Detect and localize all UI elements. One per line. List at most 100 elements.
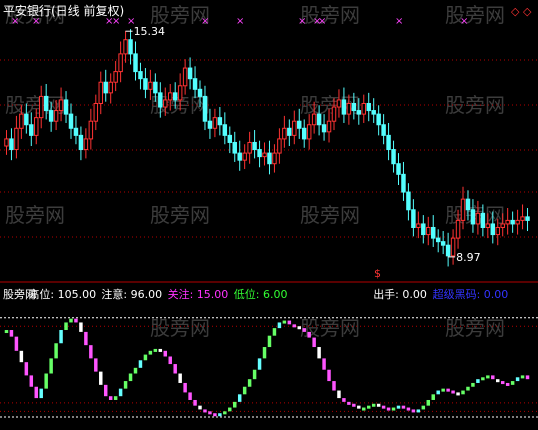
candle-body	[272, 152, 277, 165]
candle-body	[361, 102, 367, 115]
chart-svg: 股旁网 股旁网 股旁网 股旁网股旁网 股旁网 股旁网 股旁网股旁网 股旁网 股旁网股旁网 股旁网股…	[0, 0, 538, 426]
oscillator-bar	[491, 375, 495, 380]
candle-body	[306, 124, 312, 140]
oscillator-bar	[213, 413, 217, 417]
candle-body	[167, 92, 173, 101]
candle-body	[103, 81, 108, 94]
candle-body	[118, 53, 123, 73]
oscillator-bar	[505, 382, 510, 386]
oscillator-bar	[277, 322, 282, 329]
oscillator-bar	[520, 375, 525, 379]
candle-body	[470, 209, 476, 225]
high-price-label: 15.34	[134, 25, 166, 38]
candle-body	[63, 99, 69, 115]
candle-body	[282, 127, 287, 140]
candle-body	[525, 216, 530, 221]
oscillator-bar	[242, 386, 247, 395]
candle-body	[475, 212, 481, 225]
oscillator-bar	[203, 409, 207, 413]
candle-body	[460, 198, 466, 221]
oscillator-bar	[237, 394, 242, 402]
candle-body	[381, 124, 386, 136]
legend-sell: 出手: 0.00	[373, 287, 427, 301]
candle-body	[331, 106, 337, 122]
watermark-text: 股旁网	[150, 316, 210, 340]
candle-body	[287, 127, 292, 136]
oscillator-bar	[94, 358, 98, 372]
candle-body	[401, 173, 406, 193]
oscillator-bar	[357, 405, 361, 409]
oscillator-bar	[233, 401, 237, 408]
legend-focus: 关注: 15.00	[168, 287, 229, 301]
legend-high: 高位: 105.00	[28, 287, 96, 301]
candle-body	[480, 212, 486, 228]
cross-marker-icon: ×	[201, 16, 209, 27]
candle-body	[202, 95, 208, 122]
watermark-text: 股旁网	[150, 203, 210, 227]
oscillator-bar	[123, 381, 128, 389]
candle-body	[297, 120, 302, 129]
candle-body	[356, 110, 362, 115]
candle-body	[83, 138, 89, 151]
candle-body	[292, 120, 297, 136]
oscillator-bar	[89, 345, 93, 359]
candle-body	[182, 67, 188, 87]
candle-body	[376, 113, 381, 126]
oscillator-bar	[376, 403, 381, 407]
oscillator-bar	[381, 405, 386, 409]
oscillator-bar	[441, 388, 445, 392]
cross-marker-icon: ×	[460, 16, 468, 27]
chart-root: 股旁网 股旁网 股旁网 股旁网 股旁网 股旁网 股旁网 股旁网 股旁网 股旁网 股旁网 股旁网 股旁网股…	[0, 0, 538, 426]
candle-body	[158, 92, 163, 108]
candle-body	[326, 120, 332, 133]
oscillator-bar	[525, 375, 530, 380]
oscillator-bar	[371, 403, 376, 407]
oscillator-bar	[287, 320, 292, 325]
oscillator-bar	[178, 373, 182, 383]
oscillator-bar	[19, 350, 24, 363]
oscillator-bar	[183, 382, 187, 393]
oscillator-bar	[312, 337, 316, 348]
oscillator-bar	[515, 377, 520, 382]
candle-body	[311, 113, 317, 126]
candle-body	[262, 152, 267, 158]
candle-body	[435, 237, 441, 243]
candle-body	[406, 191, 411, 211]
oscillator-bar	[456, 392, 460, 396]
oscillator-bar	[297, 326, 301, 330]
candle-body	[58, 99, 64, 112]
oscillator-bar	[347, 401, 351, 405]
oscillator-bar	[158, 348, 163, 352]
candle-body	[197, 88, 203, 97]
oscillator-bar	[421, 405, 426, 410]
oscillator-bar	[461, 390, 465, 395]
oscillator-bar	[188, 392, 192, 400]
candle-body	[4, 138, 9, 147]
candle-body	[416, 223, 421, 228]
oscillator-bar	[49, 358, 53, 374]
candle-body	[421, 223, 426, 236]
oscillator-bar	[173, 364, 177, 374]
oscillator-bar	[218, 413, 222, 417]
oscillator-bar	[74, 318, 78, 323]
candle-body	[257, 149, 262, 158]
legend-super: 超级黑码: 0.00	[433, 287, 509, 301]
oscillator-bar	[252, 369, 257, 380]
oscillator-bar	[426, 399, 431, 406]
oscillator-bar	[471, 382, 475, 387]
candle-body	[24, 113, 29, 126]
oscillator-bar	[267, 335, 272, 348]
candle-body	[48, 110, 54, 122]
low-price-label: 8.97	[456, 251, 481, 264]
candle-body	[450, 237, 456, 257]
oscillator-bar	[228, 407, 232, 412]
oscillator-bar	[29, 375, 34, 387]
oscillator-bar	[486, 375, 490, 379]
corner-diamond-icons: ◇ ◇	[511, 5, 532, 18]
oscillator-bar	[322, 358, 326, 370]
oscillator-bar	[446, 388, 450, 392]
oscillator-bar	[257, 358, 262, 370]
oscillator-bar	[108, 396, 113, 400]
oscillator-bar	[153, 348, 158, 352]
oscillator-bar	[198, 405, 202, 410]
